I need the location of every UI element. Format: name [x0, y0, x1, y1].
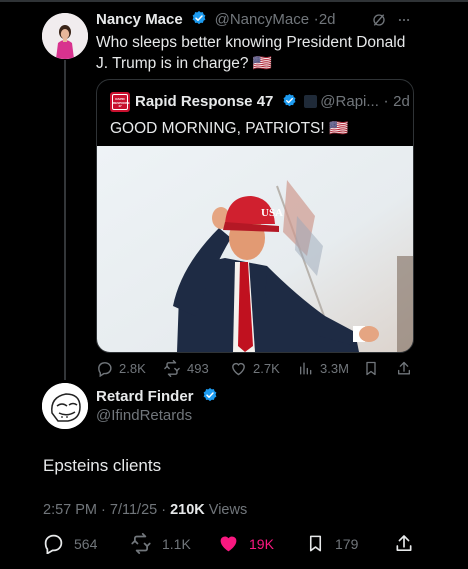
tweet-text: Who sleeps better knowing President Dona…	[96, 32, 426, 74]
tweet-text-line-2: J. Trump is in charge? 🇺🇸	[96, 55, 273, 72]
verified-badge-icon	[203, 388, 217, 402]
reply-reply-count: 564	[74, 535, 98, 552]
reply-header: Retard Finder	[96, 387, 221, 406]
avatar-logo-text: RAPID RESPONSE 47	[113, 97, 130, 108]
tweet-text-line-1: Who sleeps better knowing President Dona…	[96, 34, 406, 51]
grok-icon[interactable]	[371, 12, 387, 28]
bookmark-icon	[309, 535, 322, 552]
rapid-response-avatar[interactable]: RAPID RESPONSE 47	[110, 92, 130, 112]
views-count: 3.3M	[320, 361, 349, 376]
verified-badge-icon	[283, 93, 296, 107]
separator-dot: ·	[378, 93, 394, 110]
quote-photo[interactable]: USA	[97, 146, 413, 352]
reply-text: Epsteins clients	[43, 456, 162, 475]
reply-bookmark-count: 179	[335, 535, 359, 552]
quote-header: Rapid Response 47 @Rapi... · 2d	[135, 93, 410, 111]
reply-like-count: 19K	[249, 535, 274, 552]
views-action[interactable]: 3.3M	[298, 360, 349, 377]
views-icon	[300, 362, 312, 375]
top-border	[0, 0, 468, 2]
separator-dot: ·	[161, 502, 171, 518]
quote-author-handle[interactable]: @Rapi...	[320, 93, 379, 110]
reply-icon	[98, 362, 112, 377]
reply-author-name[interactable]: Retard Finder	[96, 388, 194, 405]
retweet-icon	[131, 533, 151, 554]
tweet-header: Nancy Mace @NancyMace ·2d	[96, 10, 336, 29]
tweet-time[interactable]: 2d	[319, 11, 336, 28]
quoted-tweet-card[interactable]: RAPID RESPONSE 47 Rapid Response 47 @Rap…	[96, 79, 414, 353]
thread-connector-line	[64, 60, 66, 380]
share-icon[interactable]	[396, 360, 412, 377]
share-icon[interactable]	[394, 533, 414, 554]
bookmark-icon[interactable]	[363, 360, 379, 377]
like-count: 2.7K	[253, 361, 280, 376]
quote-time[interactable]: 2d	[393, 93, 410, 110]
like-filled-icon	[220, 536, 237, 552]
reply-like-action[interactable]: 19K	[218, 533, 274, 554]
author-handle[interactable]: @NancyMace	[215, 11, 309, 28]
reply-time[interactable]: 2:57 PM	[43, 502, 97, 518]
like-action[interactable]: 2.7K	[230, 360, 280, 377]
quote-author-name[interactable]: Rapid Response 47	[135, 93, 273, 110]
separator-dot: ·	[101, 502, 110, 518]
reply-meta: 2:57 PM · 7/11/25 · 210K Views	[43, 502, 247, 518]
reply-action[interactable]: 2.8K	[96, 360, 146, 377]
quote-text: GOOD MORNING, PATRIOTS! 🇺🇸	[110, 120, 349, 137]
more-icon[interactable]	[396, 13, 412, 27]
hat-text: USA	[261, 207, 283, 219]
reply-count: 2.8K	[119, 361, 146, 376]
like-icon	[232, 362, 245, 376]
reply-reply-action[interactable]: 564	[43, 533, 97, 554]
retweet-count: 493	[187, 361, 209, 376]
author-name[interactable]: Nancy Mace	[96, 11, 183, 28]
reply-bookmark-action[interactable]: 179	[306, 533, 358, 554]
reply-author-handle[interactable]: @IfindRetards	[96, 407, 192, 424]
reply-views-label: Views	[208, 502, 248, 518]
reply-date[interactable]: 7/11/25	[110, 502, 157, 518]
reply-retweet-count: 1.1K	[162, 535, 191, 552]
reply-icon	[44, 534, 63, 554]
reply-retweet-action[interactable]: 1.1K	[130, 533, 191, 554]
retweet-action[interactable]: 493	[163, 360, 209, 377]
retard-finder-avatar[interactable]	[42, 383, 88, 429]
nancy-mace-avatar[interactable]	[42, 13, 88, 59]
reply-views-count: 210K	[170, 502, 205, 518]
verified-badge-icon	[192, 11, 206, 25]
retweet-icon	[164, 360, 180, 377]
gov-affiliation-badge-icon	[304, 95, 318, 108]
